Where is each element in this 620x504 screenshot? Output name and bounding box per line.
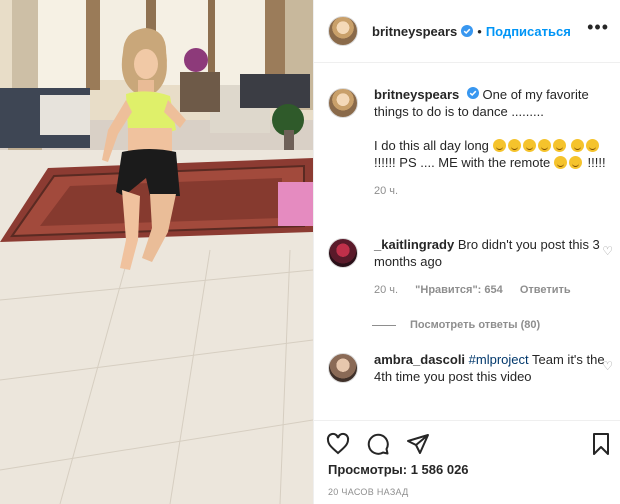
author-avatar[interactable] [328, 16, 358, 46]
post-header: britneyspears • Подписаться ••• [314, 0, 620, 63]
verified-badge-icon [461, 25, 474, 37]
commenter-avatar[interactable] [328, 353, 358, 383]
upside-down-face-emoji-icon [492, 139, 506, 152]
more-options-icon[interactable]: ••• [587, 18, 609, 36]
author-username[interactable]: britneyspears [372, 24, 457, 39]
like-button[interactable] [326, 431, 366, 457]
laughing-emoji-icon [568, 156, 582, 169]
video-frame [0, 0, 313, 504]
comment-hashtag[interactable]: #mlproject [469, 352, 529, 367]
caption-text-3: !!!!!! PS .... ME with the remote [374, 155, 551, 170]
replies-divider-line [372, 324, 396, 326]
comment-likes[interactable]: "Нравится": 654 [415, 284, 503, 296]
upside-down-face-emoji-icon [586, 139, 600, 152]
comment-button[interactable] [366, 431, 406, 457]
post-video[interactable] [0, 0, 313, 504]
comments-list: britneyspears One of my favorite things … [314, 64, 620, 420]
caption-meta: 20 ч. [374, 183, 606, 200]
post-side-panel: britneyspears • Подписаться ••• britneys… [313, 0, 620, 504]
caption-avatar[interactable] [328, 88, 358, 118]
upside-down-face-emoji-icon [552, 139, 566, 152]
wink-emoji-icon [571, 139, 585, 152]
wink-emoji-icon [507, 139, 521, 152]
action-bar [326, 431, 446, 457]
comment-like-heart-icon[interactable]: ♡ [602, 244, 613, 258]
view-replies-label: Посмотреть ответы (80) [410, 319, 541, 331]
commenter-username[interactable]: _kaitlingrady [374, 237, 454, 252]
bookmark-icon[interactable] [589, 432, 613, 456]
comment-item: ambra_dascoli #mlproject Team it's the 4… [328, 351, 608, 385]
commenter-avatar[interactable] [328, 238, 358, 268]
comment-meta: 20 ч. "Нравится": 654 Ответить [374, 282, 606, 299]
post-caption: britneyspears One of my favorite things … [328, 86, 608, 200]
wink-emoji-icon [537, 139, 551, 152]
comment-body: ambra_dascoli #mlproject Team it's the 4… [374, 351, 606, 385]
paper-plane-icon [407, 434, 429, 454]
comment-item: _kaitlingrady Bro didn't you post this 3… [328, 236, 608, 299]
verified-badge-icon [466, 87, 479, 99]
reply-button[interactable]: Ответить [520, 284, 571, 296]
caption-time[interactable]: 20 ч. [374, 185, 398, 197]
tongue-out-emoji-icon [553, 156, 567, 169]
comment-icon [367, 433, 389, 455]
post-actions-section: Просмотры: 1 586 026 20 ЧАСОВ НАЗАД [314, 420, 620, 504]
comment-body: _kaitlingrady Bro didn't you post this 3… [374, 236, 606, 299]
upside-down-face-emoji-icon [522, 139, 536, 152]
comment-time[interactable]: 20 ч. [374, 284, 398, 296]
caption-text-4: !!!!! [587, 155, 606, 170]
post-timestamp[interactable]: 20 ЧАСОВ НАЗАД [328, 487, 409, 497]
instagram-post: britneyspears • Подписаться ••• britneys… [0, 0, 620, 504]
follow-button[interactable]: Подписаться [486, 24, 571, 39]
separator-dot: • [477, 23, 482, 39]
view-replies-toggle[interactable]: Посмотреть ответы (80) [372, 319, 540, 331]
heart-icon [326, 432, 350, 455]
caption-text-2: I do this all day long [374, 138, 489, 153]
commenter-username[interactable]: ambra_dascoli [374, 352, 465, 367]
caption-username[interactable]: britneyspears [374, 87, 459, 102]
share-button[interactable] [406, 431, 446, 457]
comment-like-heart-icon[interactable]: ♡ [602, 359, 613, 373]
caption-body: britneyspears One of my favorite things … [374, 86, 606, 200]
views-count[interactable]: Просмотры: 1 586 026 [328, 462, 469, 477]
